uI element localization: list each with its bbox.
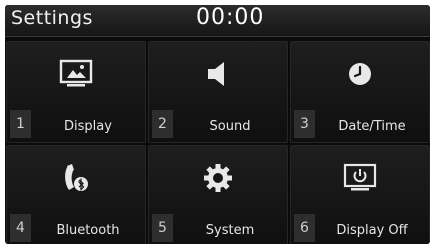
gear-icon: [198, 160, 238, 196]
clock-icon: [340, 56, 380, 92]
display-off-tile[interactable]: 6 Display Off: [290, 145, 430, 244]
sound-label: Sound: [209, 119, 251, 134]
display-label: Display: [64, 119, 112, 134]
settings-grid: 1 Display 2 Sound 3 Date/Time 4 Bluetoot…: [5, 37, 430, 244]
speaker-icon: [198, 56, 238, 92]
settings-screen: Settings 00:00 1 Display 2 Sound 3 Date/…: [5, 5, 430, 244]
sound-number: 2: [152, 110, 173, 138]
display-off-label: Display Off: [336, 223, 408, 238]
system-label: System: [205, 223, 255, 238]
display-number: 1: [10, 110, 31, 138]
header-bar: Settings 00:00: [5, 5, 430, 37]
sound-tile[interactable]: 2 Sound: [148, 41, 288, 143]
system-tile[interactable]: 5 System: [148, 145, 288, 244]
date-time-number: 3: [294, 110, 315, 138]
bluetooth-label: Bluetooth: [56, 223, 120, 238]
clock-time: 00:00: [196, 5, 265, 30]
system-number: 5: [152, 214, 173, 242]
monitor-image-icon: [56, 56, 96, 92]
display-off-number: 6: [294, 214, 315, 242]
date-time-label: Date/Time: [338, 119, 406, 134]
page-title: Settings: [11, 7, 93, 29]
display-tile[interactable]: 1 Display: [6, 41, 146, 143]
bluetooth-tile[interactable]: 4 Bluetooth: [6, 145, 146, 244]
date-time-tile[interactable]: 3 Date/Time: [290, 41, 430, 143]
bluetooth-phone-icon: [56, 160, 96, 196]
bluetooth-number: 4: [10, 214, 31, 242]
monitor-power-icon: [340, 160, 380, 196]
